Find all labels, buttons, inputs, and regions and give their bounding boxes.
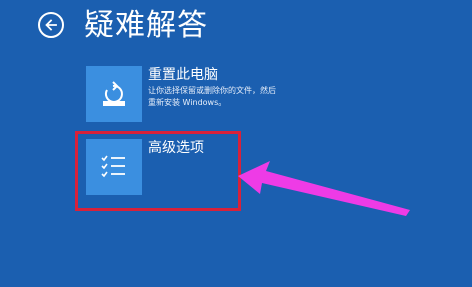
back-button[interactable]	[38, 12, 64, 38]
reset-pc-tile[interactable]	[86, 66, 142, 122]
advanced-options-option[interactable]: 高级选项	[86, 139, 204, 195]
reset-pc-description: 让你选择保留或删除你的文件，然后重新安装 Windows。	[148, 86, 276, 107]
advanced-options-tile[interactable]	[86, 139, 142, 195]
reset-pc-icon	[103, 81, 125, 106]
advanced-options-label: 高级选项	[148, 140, 204, 156]
page-title: 疑难解答	[84, 8, 208, 43]
checklist-icon	[101, 155, 125, 178]
reset-pc-label: 重置此电脑	[148, 67, 218, 83]
pointer-arrow-icon	[238, 161, 410, 216]
back-arrow-icon	[45, 19, 57, 31]
reset-pc-option[interactable]: 重置此电脑 让你选择保留或删除你的文件，然后重新安装 Windows。	[86, 66, 283, 122]
